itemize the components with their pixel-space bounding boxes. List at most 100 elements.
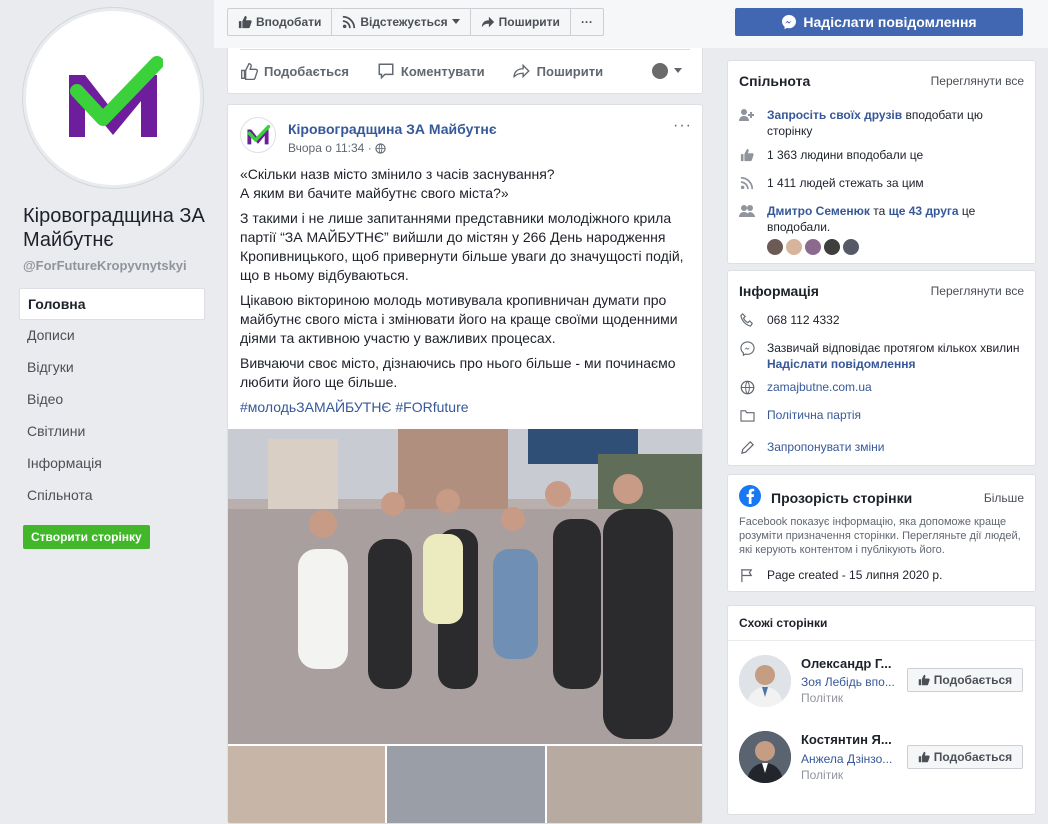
nav-item-photos[interactable]: Світлини: [19, 416, 205, 448]
likes-count-text: 1 363 людини вподобали це: [767, 148, 924, 162]
similar-pages-title: Схожі сторінки: [739, 616, 828, 630]
post-like-button[interactable]: Подобається: [240, 62, 349, 80]
follow-page-label: Відстежується: [360, 15, 448, 29]
send-message-label: Надіслати повідомлення: [803, 14, 977, 30]
nav-item-home[interactable]: Головна: [19, 288, 205, 320]
post-body: «Скільки назв місто змінило з часів засн…: [240, 165, 692, 423]
post-author-avatar[interactable]: [240, 117, 276, 153]
website-link[interactable]: zamajbutne.com.ua: [767, 379, 872, 395]
likes-count-row: 1 363 людини вподобали це: [739, 147, 1024, 163]
left-column: Кіровоградщина ЗА Майбутнє @ForFutureKro…: [0, 0, 214, 801]
info-title: Інформація: [739, 283, 819, 299]
similar-page-friend[interactable]: Зоя Лебідь впо...: [801, 675, 895, 689]
page-action-bar: Вподобати Відстежується Поширити ··· Над…: [214, 0, 1048, 48]
post-time-text: Вчора о 11:34 ·: [288, 141, 372, 155]
similar-page-like-button[interactable]: Подобається: [907, 745, 1023, 769]
avatar[interactable]: [786, 239, 802, 255]
transparency-card: Прозорість сторінки Більше Facebook пока…: [727, 474, 1036, 592]
nav-item-about[interactable]: Інформація: [19, 448, 205, 480]
post-hashtags[interactable]: #молодьЗАМАЙБУТНЄ #FORfuture: [240, 398, 692, 417]
avatar[interactable]: [805, 239, 821, 255]
response-row: Зазвичай відповідає протягом кількох хви…: [739, 340, 1024, 372]
post-share-label: Поширити: [536, 63, 604, 79]
share-outline-icon: [513, 63, 530, 79]
more-dots-icon: ···: [580, 15, 593, 29]
response-text: Зазвичай відповідає протягом кількох хви…: [767, 340, 1020, 372]
avatar[interactable]: [843, 239, 859, 255]
post-timestamp[interactable]: Вчора о 11:34 ·: [288, 141, 386, 155]
comment-icon: [378, 63, 394, 80]
more-options-button[interactable]: ···: [571, 9, 603, 35]
friends-icon: [739, 203, 755, 219]
suggest-edits-link[interactable]: Запропонувати зміни: [767, 439, 885, 455]
invite-friends-link[interactable]: Запросіть своїх друзів: [767, 108, 902, 122]
page-nav: Головна Дописи Відгуки Відео Світлини Ін…: [19, 288, 205, 512]
like-page-button[interactable]: Вподобати: [228, 9, 333, 35]
send-message-button[interactable]: Надіслати повідомлення: [735, 8, 1023, 36]
similar-page-like-label: Подобається: [933, 673, 1013, 687]
similar-page-like-button[interactable]: Подобається: [907, 668, 1023, 692]
avatar[interactable]: [767, 239, 783, 255]
website-row: zamajbutne.com.ua: [739, 379, 1024, 395]
similar-page-name[interactable]: Костянтин Я...: [801, 732, 892, 747]
nav-item-posts[interactable]: Дописи: [19, 320, 205, 352]
page-actions-group: Вподобати Відстежується Поширити ···: [227, 8, 604, 36]
post-photo-thumbnails: [228, 746, 702, 823]
community-see-all-link[interactable]: Переглянути все: [931, 74, 1024, 88]
page-profile-picture[interactable]: [23, 8, 203, 188]
reaction-bar: Подобається Коментувати Поширити: [240, 49, 690, 92]
previous-post-footer: Подобається Коментувати Поширити: [227, 48, 703, 94]
follow-page-button[interactable]: Відстежується: [332, 9, 471, 35]
post-options-button[interactable]: ···: [673, 117, 692, 135]
more-friends-link[interactable]: ще 43 друга: [889, 204, 959, 218]
share-page-button[interactable]: Поширити: [471, 9, 571, 35]
nav-item-videos[interactable]: Відео: [19, 384, 205, 416]
create-page-button[interactable]: Створити сторінку: [23, 525, 150, 549]
invite-friends-row: Запросіть своїх друзів вподобати цю стор…: [739, 107, 1024, 139]
info-see-all-link[interactable]: Переглянути все: [931, 284, 1024, 298]
post-like-label: Подобається: [264, 63, 349, 79]
reaction-audience-selector[interactable]: [652, 63, 682, 79]
page-username[interactable]: @ForFutureKropyvnytskyi: [23, 258, 187, 273]
avatar: [652, 63, 668, 79]
messenger-icon: [739, 340, 755, 356]
post-line-2: А яким ви бачите майбутнє свого міста?»: [240, 185, 509, 201]
photo-thumbnail[interactable]: [387, 746, 545, 823]
phone-icon: [739, 312, 755, 328]
post-paragraph: «Скільки назв місто змінило з часів засн…: [240, 165, 692, 203]
avatar[interactable]: [824, 239, 840, 255]
photo-thumbnail[interactable]: [228, 746, 386, 823]
avatar[interactable]: [739, 731, 791, 783]
nav-item-reviews[interactable]: Відгуки: [19, 352, 205, 384]
community-title: Спільнота: [739, 73, 811, 89]
response-time-text: Зазвичай відповідає протягом кількох хви…: [767, 341, 1020, 355]
info-send-message-link[interactable]: Надіслати повідомлення: [767, 357, 915, 371]
category-folder-icon: [739, 407, 755, 423]
post-author-name[interactable]: Кіровоградщина ЗА Майбутнє: [288, 121, 497, 137]
post-main-photo[interactable]: [228, 429, 702, 744]
phone-text[interactable]: 068 112 4332: [767, 312, 840, 328]
post-share-button[interactable]: Поширити: [513, 62, 603, 80]
community-card: Спільнота Переглянути все Запросіть свої…: [727, 60, 1036, 264]
follows-count-row: 1 411 людей стежать за цим: [739, 175, 1024, 191]
friend-name-link[interactable]: Дмитро Семенюк: [767, 204, 870, 218]
similar-page-name[interactable]: Олександр Г...: [801, 656, 891, 671]
category-link[interactable]: Політична партія: [767, 407, 861, 423]
info-card: Інформація Переглянути все 068 112 4332 …: [727, 270, 1036, 466]
rss-icon: [343, 15, 356, 29]
divider: [728, 640, 1035, 641]
thumbs-up-icon: [739, 147, 755, 163]
chevron-down-icon: [674, 68, 682, 73]
transparency-more-link[interactable]: Більше: [984, 491, 1024, 505]
page-title: Кіровоградщина ЗА Майбутнє: [23, 205, 205, 251]
post-paragraph-4: Вивчаючи своє місто, дізнаючись про ньог…: [240, 355, 676, 390]
photo-thumbnail[interactable]: [546, 746, 702, 823]
nav-item-community[interactable]: Спільнота: [19, 480, 205, 512]
avatar[interactable]: [739, 655, 791, 707]
follows-count-text: 1 411 людей стежать за цим: [767, 176, 924, 190]
post-comment-button[interactable]: Коментувати: [377, 62, 485, 80]
transparency-description: Facebook показує інформацію, яка допомож…: [739, 516, 1021, 556]
facebook-logo-icon: [739, 485, 761, 507]
page-created-text: Page created - 15 липня 2020 р.: [767, 568, 943, 582]
similar-page-friend[interactable]: Анжела Дзінзо...: [801, 752, 892, 766]
